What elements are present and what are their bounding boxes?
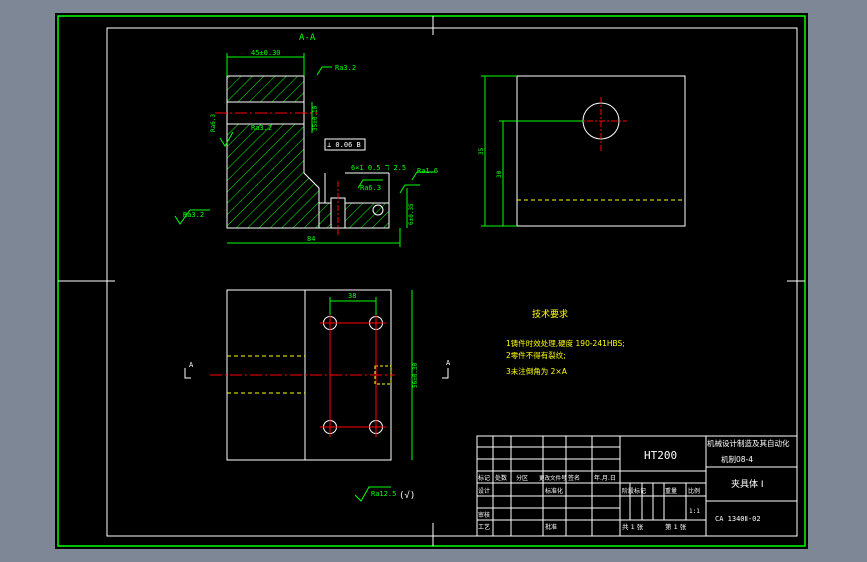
tech-item-3: 3未注倒角为 2×A bbox=[506, 366, 568, 376]
tb-label-ratio: 比例 bbox=[688, 487, 700, 495]
roughness-note-suffix: (√) bbox=[399, 490, 415, 501]
tb-label-weight: 重量 bbox=[665, 487, 677, 495]
tb-label-design: 设计 bbox=[478, 487, 490, 495]
tb-part-name: 夹具体 I bbox=[731, 478, 764, 490]
upright-lower-hatch bbox=[226, 123, 320, 229]
tb-label-count: 处数 bbox=[495, 474, 507, 482]
drawing-sheet: A-A 45±0.30 35±0.10 84 6×1 0.5 ℸ 2.5 6±0… bbox=[55, 13, 808, 549]
tb-label-approve: 批准 bbox=[545, 523, 557, 531]
roughness-note-value: Ra12.5 bbox=[371, 490, 396, 498]
slot-label: 6×1 0.5 ℸ 2.5 bbox=[351, 164, 406, 172]
tb-label-signature: 签名 bbox=[568, 474, 580, 482]
tech-title: 技术要求 bbox=[532, 308, 568, 320]
tb-label-date: 年.月.日 bbox=[594, 474, 616, 482]
roughness-note: Ra12.5 (√) bbox=[354, 486, 415, 502]
ra-3: Ra6.3 bbox=[210, 114, 217, 132]
tb-sheets: 共 1 张 bbox=[622, 522, 644, 531]
tech-item-2: 2零件不得有裂纹; bbox=[506, 350, 566, 360]
side-dim-inner-label: 30 bbox=[496, 170, 503, 178]
tb-label-process: 工艺 bbox=[478, 523, 490, 531]
dim-base-width: 84 bbox=[307, 235, 315, 243]
tb-label-stage-mark: 阶段标记 bbox=[622, 487, 646, 495]
dim-right-height: 6±0.35 bbox=[408, 203, 415, 225]
inner-frame bbox=[106, 27, 798, 537]
side-view: 35 30 bbox=[478, 75, 686, 227]
ra-5: Ra6.3 bbox=[360, 184, 381, 192]
section-view: A-A 45±0.30 35±0.10 84 6×1 0.5 ℸ 2.5 6±0… bbox=[174, 33, 438, 247]
upright-upper-hatch bbox=[226, 75, 305, 103]
datum-ref: ⊥ 0.06 B bbox=[327, 141, 361, 149]
tb-org-line1: 机械设计制造及其自动化 bbox=[707, 438, 790, 448]
ra-6: Ra1.6 bbox=[417, 167, 438, 175]
cad-drawing: A-A 45±0.30 35±0.10 84 6×1 0.5 ℸ 2.5 6±0… bbox=[57, 15, 806, 547]
tb-drawing-no: CA 1340Ⅱ-02 bbox=[715, 515, 761, 523]
section-label: A-A bbox=[299, 33, 316, 43]
dim-top-width: 45±0.30 bbox=[251, 49, 281, 57]
base-hatch bbox=[318, 202, 390, 229]
tb-org-line2: 机制08-4 bbox=[721, 454, 753, 464]
title-block-text: HT200 机械设计制造及其自动化 机制08-4 夹具体 I CA 1340Ⅱ-… bbox=[478, 438, 790, 531]
side-dim-outer-label: 35 bbox=[478, 147, 485, 155]
outer-border bbox=[57, 15, 806, 547]
tb-label-zone: 分区 bbox=[516, 474, 528, 482]
tb-scale: 1:1 bbox=[689, 508, 700, 515]
tb-label-mark: 标记 bbox=[478, 474, 490, 482]
cut-mark-left: A bbox=[189, 361, 194, 369]
tb-label-change-doc: 更改文件号 bbox=[539, 474, 567, 482]
cut-mark-right: A bbox=[446, 359, 451, 367]
ra-2: Ra3.2 bbox=[251, 124, 272, 132]
plan-side-height: 56±0.30 bbox=[412, 362, 419, 388]
tech-item-1: 1铸件时效处理,硬度 190-241HBS; bbox=[506, 338, 625, 348]
dim-height: 35±0.10 bbox=[312, 105, 319, 131]
plan-hole-spacing: 38 bbox=[348, 292, 356, 300]
cut-mark-right-arrow bbox=[442, 368, 449, 379]
tb-label-standardize: 标准化 bbox=[545, 487, 563, 495]
plan-view: 38 56±0.30 A A bbox=[184, 289, 451, 461]
cut-mark-left-arrow bbox=[184, 368, 191, 379]
tech-requirements: 技术要求 1铸件时效处理,硬度 190-241HBS; 2零件不得有裂纹; 3未… bbox=[506, 308, 625, 376]
tb-label-review: 审核 bbox=[478, 511, 490, 519]
tb-material: HT200 bbox=[644, 449, 677, 462]
ra-4: Ra3.2 bbox=[183, 211, 204, 219]
ra-1: Ra3.2 bbox=[335, 64, 356, 72]
tb-sheet-no: 第 1 张 bbox=[665, 522, 687, 531]
